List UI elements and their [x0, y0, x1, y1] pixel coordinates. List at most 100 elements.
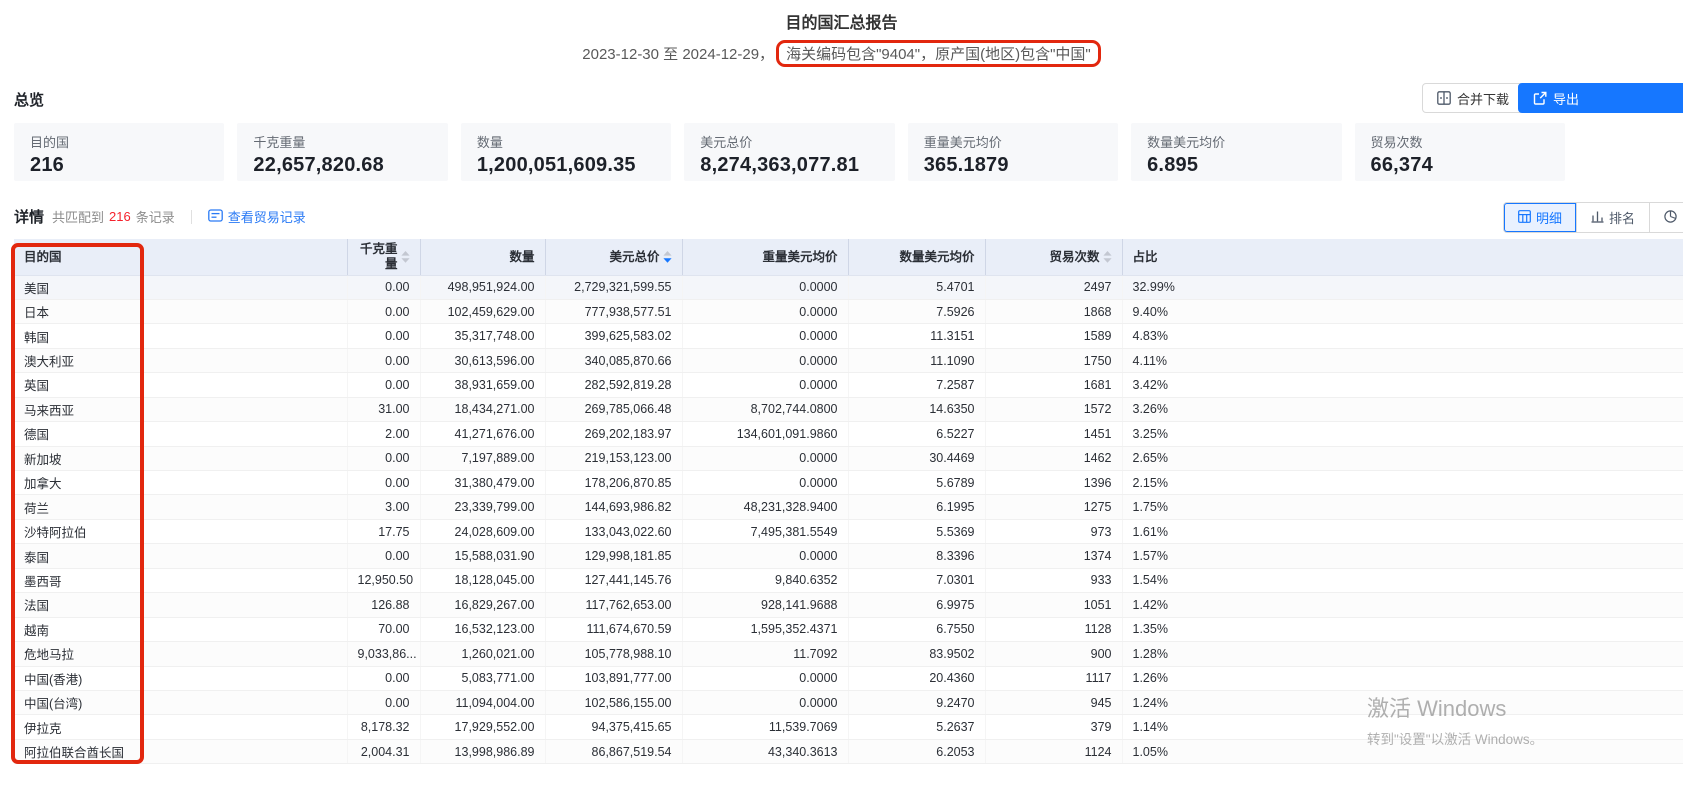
- export-button[interactable]: 导出: [1518, 83, 1683, 113]
- tab-占比[interactable]: 占比: [1649, 203, 1683, 232]
- value-cell: 0.0000: [682, 324, 848, 348]
- value-cell: 1589: [985, 324, 1122, 348]
- value-cell: 3.00: [347, 495, 420, 519]
- table-row: 英国0.0038,931,659.00282,592,819.280.00007…: [14, 373, 1683, 397]
- value-cell: 1451: [985, 422, 1122, 446]
- value-cell: 105,778,988.10: [545, 642, 682, 666]
- pie-icon: [1664, 210, 1677, 226]
- value-cell: 0.0000: [682, 348, 848, 372]
- value-cell: 0.0000: [682, 666, 848, 690]
- value-cell: 1.61%: [1122, 519, 1683, 543]
- table-icon: [1518, 210, 1531, 226]
- column-header-千克重量[interactable]: 千克重量: [347, 239, 420, 275]
- value-cell: 0.00: [347, 446, 420, 470]
- value-cell: 3.26%: [1122, 397, 1683, 421]
- value-cell: 0.0000: [682, 275, 848, 299]
- value-cell: 5.5369: [848, 519, 985, 543]
- table-row: 伊拉克8,178.3217,929,552.0094,375,415.6511,…: [14, 715, 1683, 739]
- column-header-美元总价[interactable]: 美元总价: [545, 239, 682, 275]
- table-row: 沙特阿拉伯17.7524,028,609.00133,043,022.607,4…: [14, 519, 1683, 543]
- value-cell: 48,231,328.9400: [682, 495, 848, 519]
- table-row: 荷兰3.0023,339,799.00144,693,986.8248,231,…: [14, 495, 1683, 519]
- destination-cell: 马来西亚: [14, 397, 347, 421]
- page-title: 目的国汇总报告: [0, 9, 1683, 33]
- value-cell: 1868: [985, 299, 1122, 323]
- destination-cell: 加拿大: [14, 471, 347, 495]
- destination-table: 目的国 千克重量 数量 美元总价 重量美元均价 数量美元均价 贸易次数 占比 美…: [14, 239, 1683, 764]
- stat-label: 数量: [477, 132, 655, 151]
- column-label: 千克重量: [358, 242, 398, 271]
- overview-cards: 目的国 216千克重量 22,657,820.68数量 1,200,051,60…: [14, 123, 1565, 181]
- stat-value: 365.1879: [924, 154, 1102, 177]
- destination-cell: 墨西哥: [14, 568, 347, 592]
- stat-label: 数量美元均价: [1147, 132, 1325, 151]
- view-tab-group: 明细 排名 占比: [1503, 202, 1683, 233]
- column-header-数量美元均价: 数量美元均价: [848, 239, 985, 275]
- rank-icon: [1591, 210, 1604, 226]
- value-cell: 2,004.31: [347, 739, 420, 763]
- destination-cell: 美国: [14, 275, 347, 299]
- column-header-重量美元均价: 重量美元均价: [682, 239, 848, 275]
- value-cell: 0.00: [347, 324, 420, 348]
- match-count: 216: [109, 209, 131, 224]
- column-header-贸易次数[interactable]: 贸易次数: [985, 239, 1122, 275]
- value-cell: 30,613,596.00: [420, 348, 545, 372]
- value-cell: 1374: [985, 544, 1122, 568]
- value-cell: 1462: [985, 446, 1122, 470]
- value-cell: 6.9975: [848, 593, 985, 617]
- value-cell: 9.40%: [1122, 299, 1683, 323]
- value-cell: 16,532,123.00: [420, 617, 545, 641]
- value-cell: 38,931,659.00: [420, 373, 545, 397]
- stat-card: 目的国 216: [14, 123, 224, 181]
- details-heading: 详情: [14, 206, 44, 227]
- value-cell: 973: [985, 519, 1122, 543]
- value-cell: 3.42%: [1122, 373, 1683, 397]
- value-cell: 1396: [985, 471, 1122, 495]
- overview-heading: 总览: [14, 89, 44, 110]
- value-cell: 1.57%: [1122, 544, 1683, 568]
- value-cell: 0.0000: [682, 373, 848, 397]
- column-header-目的国: 目的国: [14, 239, 347, 275]
- value-cell: 1.24%: [1122, 690, 1683, 714]
- stat-card: 重量美元均价 365.1879: [908, 123, 1118, 181]
- sort-icon[interactable]: [401, 251, 410, 263]
- value-cell: 1.28%: [1122, 642, 1683, 666]
- destination-cell: 越南: [14, 617, 347, 641]
- destination-cell: 韩国: [14, 324, 347, 348]
- sort-icon[interactable]: [663, 251, 672, 263]
- value-cell: 111,674,670.59: [545, 617, 682, 641]
- column-label: 重量美元均价: [762, 250, 837, 264]
- stat-label: 美元总价: [700, 132, 878, 151]
- value-cell: 6.5227: [848, 422, 985, 446]
- value-cell: 8.3396: [848, 544, 985, 568]
- tab-明细[interactable]: 明细: [1504, 203, 1576, 232]
- value-cell: 219,153,123.00: [545, 446, 682, 470]
- value-cell: 2.00: [347, 422, 420, 446]
- filter-annotation-box: 海关编码包含"9404"，原产国(地区)包含"中国": [776, 40, 1101, 67]
- value-cell: 11,539.7069: [682, 715, 848, 739]
- value-cell: 3.25%: [1122, 422, 1683, 446]
- value-cell: 133,043,022.60: [545, 519, 682, 543]
- value-cell: 8,702,744.0800: [682, 397, 848, 421]
- value-cell: 269,202,183.97: [545, 422, 682, 446]
- value-cell: 6.2053: [848, 739, 985, 763]
- value-cell: 4.11%: [1122, 348, 1683, 372]
- value-cell: 7.5926: [848, 299, 985, 323]
- destination-cell: 荷兰: [14, 495, 347, 519]
- value-cell: 1.26%: [1122, 666, 1683, 690]
- value-cell: 1.35%: [1122, 617, 1683, 641]
- view-trade-records-link[interactable]: 查看贸易记录: [208, 207, 306, 226]
- value-cell: 86,867,519.54: [545, 739, 682, 763]
- value-cell: 31,380,479.00: [420, 471, 545, 495]
- destination-cell: 危地马拉: [14, 642, 347, 666]
- value-cell: 31.00: [347, 397, 420, 421]
- value-cell: 178,206,870.85: [545, 471, 682, 495]
- table-row: 新加坡0.007,197,889.00219,153,123.000.00003…: [14, 446, 1683, 470]
- destination-cell: 新加坡: [14, 446, 347, 470]
- table-row: 越南70.0016,532,123.00111,674,670.591,595,…: [14, 617, 1683, 641]
- merge-download-button[interactable]: 合并下载: [1422, 83, 1524, 113]
- sort-icon[interactable]: [1103, 251, 1112, 263]
- table-row: 日本0.00102,459,629.00777,938,577.510.0000…: [14, 299, 1683, 323]
- tab-排名[interactable]: 排名: [1576, 203, 1649, 232]
- value-cell: 32.99%: [1122, 275, 1683, 299]
